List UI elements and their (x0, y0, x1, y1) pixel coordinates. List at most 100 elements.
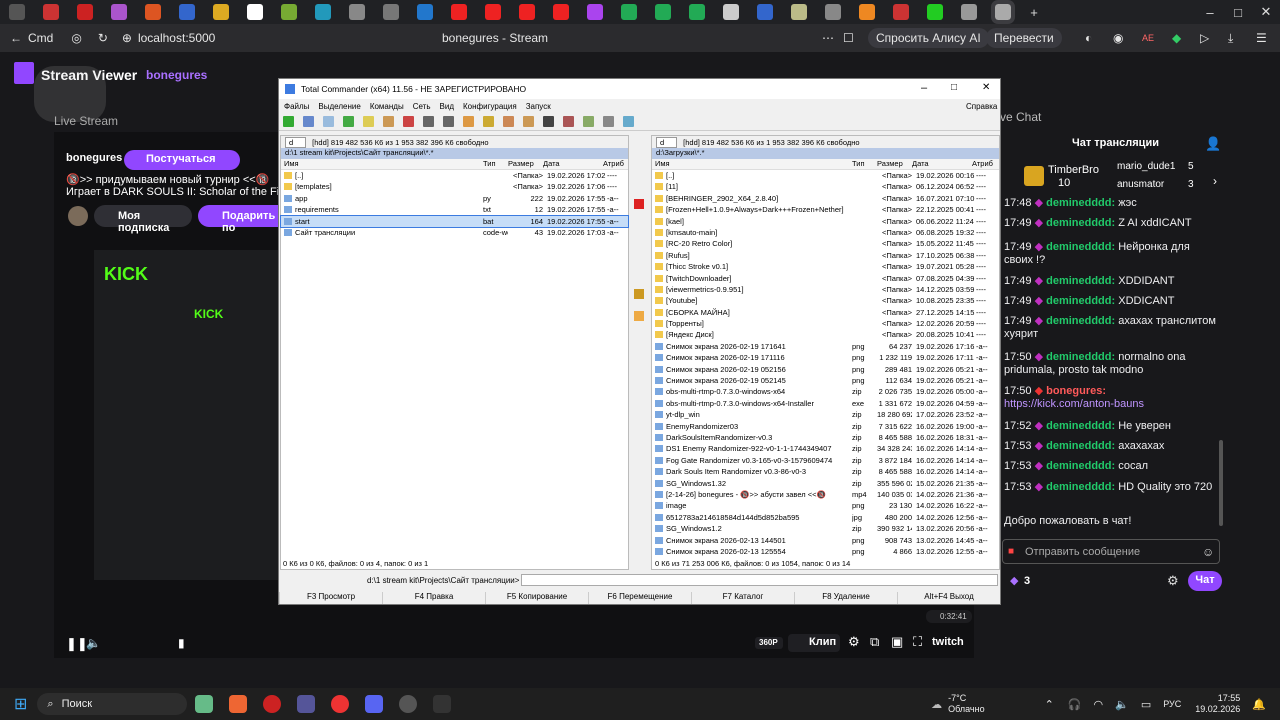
menu-item[interactable]: Конфигурация (463, 102, 517, 111)
file-row[interactable]: [СБОРКА МАЙНА] <Папка> 27.12.2025 14:15 ---… (652, 307, 999, 318)
tab-favicon[interactable] (383, 4, 399, 20)
streamer-name[interactable]: bonegures (66, 152, 122, 164)
file-row[interactable]: [viewermetrics-0.9.951] <Папка> 14.12.2025… (652, 284, 999, 295)
col-date[interactable]: Дата (912, 159, 972, 169)
chevron-right-icon[interactable]: › (1213, 174, 1217, 188)
file-row[interactable]: Dark Souls Item Randomizer v0.3-86-v0-3 z… (652, 466, 999, 477)
compare-icon[interactable] (383, 116, 394, 127)
url-field[interactable]: localhost:5000 (138, 31, 215, 45)
translate-button[interactable]: Перевести (986, 28, 1062, 48)
file-row[interactable]: [Яндекс Диск] <Папка> 20.08.2025 10:41 ---- (652, 329, 999, 340)
tab-favicon[interactable] (655, 4, 671, 20)
obs-icon[interactable] (399, 695, 418, 713)
f5-button[interactable]: F5 Копирование (485, 592, 588, 604)
file-row[interactable]: yt-dlp_win zip 18 280 692 17.02.2026 23:52-… (652, 409, 999, 420)
tab-favicon[interactable] (179, 4, 195, 20)
file-row[interactable]: start bat 164 19.02.2026 17:55 -a-- (280, 214, 629, 228)
tab-favicon[interactable] (723, 4, 739, 20)
tab-favicon[interactable] (451, 4, 467, 20)
file-row[interactable]: [..] <Папка> 19.02.2026 00:16 ---- (652, 170, 999, 181)
file-row[interactable]: Сайт трансляции code-works.. 43 19.02.2026 … (281, 227, 628, 238)
file-row[interactable]: [kmsauto-main] <Папка> 06.08.2025 19:32 ---… (652, 227, 999, 238)
browser-menu-icon[interactable] (9, 4, 25, 20)
volume-slider-icon[interactable]: ▮ (178, 636, 185, 650)
more-icon[interactable]: ⋯ (822, 31, 834, 45)
file-row[interactable]: Fog Gate Randomizer v0.3-165-v0-3-157960… (652, 455, 999, 466)
col-date[interactable]: Дата (543, 159, 603, 169)
ext-icon[interactable]: ▷ (1200, 31, 1209, 45)
chat-username[interactable]: deminedddd: (1046, 241, 1115, 253)
tab-favicon[interactable] (587, 4, 603, 20)
tool-icon[interactable] (634, 311, 644, 321)
refresh-icon[interactable] (283, 116, 294, 127)
twitch-wordmark-icon[interactable]: twitch (932, 636, 964, 648)
file-row[interactable]: app py 222 19.02.2026 17:55 -a-- (281, 193, 628, 204)
menu-item[interactable]: Команды (370, 102, 404, 111)
col-size[interactable]: Размер (877, 159, 912, 169)
search-icon[interactable] (543, 116, 554, 127)
clock[interactable]: 17:55 19.02.2026 (1195, 693, 1240, 715)
adblock-icon[interactable]: ◆ (1172, 31, 1181, 45)
reload-icon[interactable]: ↻ (98, 31, 108, 45)
file-row[interactable]: [Youtube] <Папка> 10.08.2025 23:35 ---- (652, 295, 999, 306)
miniplayer-icon[interactable]: ▣ (891, 634, 903, 650)
menu-item[interactable]: Сеть (413, 102, 431, 111)
drive-select[interactable]: d (285, 136, 307, 148)
chat-username[interactable]: deminedddd: (1046, 217, 1115, 229)
file-row[interactable]: [11] <Папка> 06.12.2024 06:52 ---- (652, 181, 999, 192)
download-icon[interactable]: ⤓ (1228, 31, 1233, 46)
headphones-icon[interactable]: 🎧 (1068, 698, 1082, 711)
alice-button[interactable]: Спросить Алису AI (868, 28, 989, 48)
ae-extension-icon[interactable]: AE (1142, 33, 1154, 43)
menu-item-help[interactable]: Справка (966, 102, 997, 111)
settings-icon[interactable]: ⚙ (848, 634, 860, 650)
menu-item[interactable]: Запуск (526, 102, 551, 111)
site-info-icon[interactable]: ⊕ (122, 31, 132, 45)
file-row[interactable]: obs-multi-rtmp-0.7.3.0-windows-x64 zip 2 0… (652, 386, 999, 397)
tab-favicon[interactable] (111, 4, 127, 20)
discord-icon[interactable] (365, 695, 384, 713)
file-row[interactable]: DarkSoulsItemRandomizer-v0.3 zip 8 465 588… (652, 432, 999, 443)
tab-favicon[interactable] (247, 4, 263, 20)
network-icon[interactable]: ◠ (1094, 698, 1104, 711)
right-panel[interactable]: d [hdd] 819 482 536 К6 из 1 953 382 396 … (651, 135, 1000, 570)
chat-username[interactable]: bonegures: (1046, 385, 1106, 397)
tab-favicon[interactable] (77, 4, 93, 20)
tab-favicon[interactable] (519, 4, 535, 20)
tab-favicon[interactable] (825, 4, 841, 20)
left-path[interactable]: d:\1 stream kit\Projects\Сайт трансляции… (281, 148, 628, 159)
quality-badge[interactable]: 360P (755, 637, 783, 649)
col-name[interactable]: Имя (281, 159, 483, 169)
f6-button[interactable]: F6 Перемещение (588, 592, 691, 604)
file-row[interactable]: image png 23 130 14.02.2026 16:22 -a-- (652, 500, 999, 511)
file-row[interactable]: Снимок экрана 2026-02-13 144501 png 908 74… (652, 535, 999, 546)
file-row[interactable]: Снимок экрана 2026-02-19 052156 png 289 48… (652, 364, 999, 375)
right-path[interactable]: d:\Загрузки\*.* (652, 148, 999, 159)
col-attr[interactable]: Атриб (972, 159, 997, 169)
app-icon[interactable] (195, 695, 214, 713)
tab-favicon[interactable] (791, 4, 807, 20)
file-row[interactable]: Снимок экрана 2026-02-19 171116 png 1 232 … (652, 352, 999, 363)
tab-favicon[interactable] (927, 4, 943, 20)
file-row[interactable]: EnemyRandomizer03 zip 7 315 622 16.02.2026 … (652, 421, 999, 432)
tab-favicon[interactable] (43, 4, 59, 20)
pack-icon[interactable] (463, 116, 474, 127)
back-icon[interactable]: ← (10, 31, 22, 45)
ftp-icon[interactable] (563, 116, 574, 127)
file-row[interactable]: Снимок экрана 2026-02-19 171641 png 64 237… (652, 341, 999, 352)
channel-points-icon[interactable]: ◆ (1010, 574, 1018, 587)
users-icon[interactable]: 👤 (1205, 136, 1221, 152)
f4-button[interactable]: F4 Правка (382, 592, 485, 604)
cmdline-input[interactable] (521, 574, 998, 586)
forward-icon[interactable] (443, 116, 454, 127)
file-row[interactable]: obs-multi-rtmp-0.7.3.0-windows-x64-Insta… (652, 398, 999, 409)
file-row[interactable]: [Frozen+Hell+1.0.9+Always+Dark+++Frozen+… (652, 204, 999, 215)
col-name[interactable]: Имя (652, 159, 852, 169)
volume-icon[interactable]: 🔈 (1115, 698, 1129, 711)
chat-send-button[interactable]: Чат (1188, 571, 1222, 591)
ext-icon[interactable]: ◐ (1085, 31, 1092, 45)
menu-icon[interactable]: ☰ (1256, 31, 1267, 45)
opera-icon[interactable] (263, 695, 282, 713)
view-icon[interactable] (303, 116, 314, 127)
left-panel[interactable]: d [hdd] 819 482 536 К6 из 1 953 382 396 … (280, 135, 629, 570)
